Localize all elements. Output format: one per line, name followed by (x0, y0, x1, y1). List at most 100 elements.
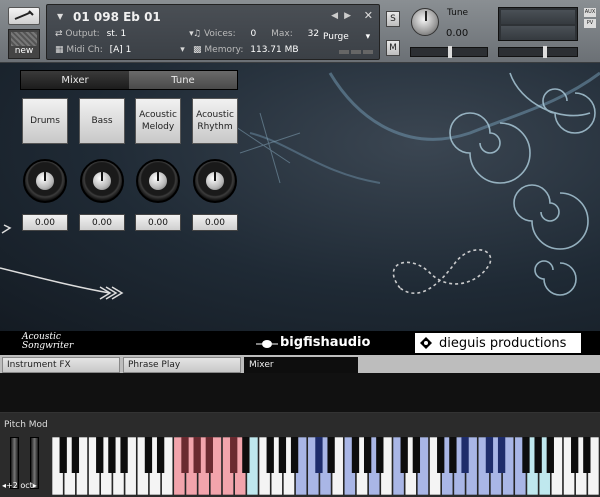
tune-value[interactable]: 0.00 (446, 28, 468, 39)
memory-value: 113.71 MB (250, 45, 299, 55)
octave-shift[interactable]: ◂+2 oct▸ (2, 481, 37, 490)
new-label: new (14, 46, 34, 56)
new-instrument-button[interactable]: new (8, 29, 40, 59)
dieguis-label: dieguis productions (439, 335, 567, 351)
channel-button-acoustic-melody[interactable]: Acoustic Melody (135, 98, 181, 144)
acoustic-songwriter-logo: Acoustic Songwriter (22, 333, 73, 351)
black-key[interactable] (181, 437, 189, 473)
black-key[interactable] (461, 437, 469, 473)
black-key[interactable] (242, 437, 250, 473)
black-key[interactable] (120, 437, 128, 473)
mute-button[interactable]: M (386, 40, 400, 56)
tune-label: Tune (447, 8, 469, 18)
tab-instrument-fx[interactable]: Instrument FX (2, 357, 120, 373)
channel-knob-acoustic-melody[interactable] (136, 159, 180, 203)
black-key[interactable] (400, 437, 408, 473)
channel-knob-drums[interactable] (23, 159, 67, 203)
midi-value: [A] 1 (109, 45, 132, 55)
tab-mixer-panel[interactable]: Mixer (244, 357, 358, 373)
output-level-meter (498, 7, 578, 41)
black-key[interactable] (230, 437, 238, 473)
panel-tabs: Instrument FX Phrase Play Mixer (0, 355, 600, 373)
black-key[interactable] (497, 437, 506, 473)
instrument-header: new ▼ 01 098 Eb 01 ◀▶ ✕ ⇄ Output: st. 1 … (0, 0, 600, 63)
black-key[interactable] (193, 437, 201, 473)
collapse-arrow-icon[interactable]: ▼ (57, 12, 63, 21)
channel-button-drums[interactable]: Drums (22, 98, 68, 144)
black-key[interactable] (485, 437, 494, 473)
black-key[interactable] (546, 437, 554, 473)
solo-button[interactable]: S (386, 11, 400, 27)
black-key[interactable] (449, 437, 457, 473)
purge-indicators (339, 50, 373, 54)
black-key[interactable] (108, 437, 116, 473)
wrench-icon (14, 10, 34, 20)
black-key[interactable] (522, 437, 530, 473)
side-buttons: AUX PV (584, 8, 596, 28)
black-key[interactable] (327, 437, 335, 473)
max-voices-value[interactable]: 32 (308, 29, 319, 39)
memory-label: Memory: (204, 45, 244, 55)
black-key[interactable] (583, 437, 591, 473)
memory-row: ▩ Memory: 113.71 MB (193, 45, 299, 55)
aux-button[interactable]: AUX (584, 8, 596, 17)
instrument-nav-arrows[interactable]: ◀▶ (331, 11, 357, 21)
black-key[interactable] (266, 437, 274, 473)
mute-label: M (389, 43, 397, 53)
channel-button-bass[interactable]: Bass (79, 98, 125, 144)
bigfishaudio-icon (256, 340, 278, 348)
volume-slider[interactable] (498, 46, 578, 58)
voices-icon: ♫ (193, 29, 202, 39)
acoustic-logo-line2: Songwriter (22, 341, 74, 351)
channel-button-acoustic-rhythm[interactable]: Acoustic Rhythm (192, 98, 238, 144)
black-key[interactable] (205, 437, 213, 473)
instrument-name[interactable]: 01 098 Eb 01 (73, 10, 161, 24)
solo-label: S (390, 14, 396, 24)
tab-phrase-play[interactable]: Phrase Play (123, 357, 241, 373)
channel-knob-bass[interactable] (80, 159, 124, 203)
tune-knob[interactable] (411, 8, 439, 36)
midi-icon: ▦ (55, 45, 64, 55)
channel-value-acoustic-melody[interactable]: 0.00 (135, 214, 181, 231)
channel-value-drums[interactable]: 0.00 (22, 214, 68, 231)
black-key[interactable] (156, 437, 165, 473)
tab-mixer[interactable]: Mixer (21, 71, 129, 89)
black-key[interactable] (144, 437, 153, 473)
black-key[interactable] (351, 437, 360, 473)
close-icon[interactable]: ✕ (364, 9, 373, 22)
black-key[interactable] (278, 437, 287, 473)
bigfishaudio-logo: bigfishaudio (280, 335, 371, 350)
piano-keyboard[interactable] (52, 437, 600, 495)
instrument-panel: Mixer Tune Drums Bass Acoustic Melody Ac… (0, 63, 600, 331)
black-key[interactable] (376, 437, 384, 473)
midi-dropdown-icon: ▾ (180, 45, 185, 55)
wrench-button[interactable] (8, 7, 40, 25)
black-key[interactable] (290, 437, 299, 473)
max-label: Max: (271, 29, 293, 39)
volume-slider-thumb[interactable] (543, 46, 547, 58)
panel-tab-content (0, 373, 600, 413)
dieguis-icon (420, 337, 432, 349)
pan-slider-thumb[interactable] (448, 46, 452, 58)
channel-knob-acoustic-rhythm[interactable] (193, 159, 237, 203)
output-row[interactable]: ⇄ Output: st. 1 ▾ (55, 29, 194, 39)
black-key[interactable] (571, 437, 579, 473)
channel-value-acoustic-rhythm[interactable]: 0.00 (192, 214, 238, 231)
black-key[interactable] (363, 437, 372, 473)
black-key[interactable] (315, 437, 323, 473)
black-key[interactable] (59, 437, 67, 473)
channel-value-bass[interactable]: 0.00 (79, 214, 125, 231)
output-value: st. 1 (106, 29, 127, 39)
pan-slider[interactable] (410, 46, 488, 58)
midi-row[interactable]: ▦ Midi Ch: [A] 1 ▾ (55, 45, 185, 55)
black-key[interactable] (412, 437, 421, 473)
black-key[interactable] (534, 437, 542, 473)
purge-dropdown-icon: ▾ (365, 32, 371, 42)
tab-tune[interactable]: Tune (129, 71, 237, 89)
black-key[interactable] (437, 437, 445, 473)
purge-dropdown[interactable]: Purge ▾ (323, 32, 370, 42)
black-key[interactable] (96, 437, 104, 473)
kontakt-instrument-window: new ▼ 01 098 Eb 01 ◀▶ ✕ ⇄ Output: st. 1 … (0, 0, 600, 497)
pv-button[interactable]: PV (584, 19, 596, 28)
black-key[interactable] (71, 437, 80, 473)
